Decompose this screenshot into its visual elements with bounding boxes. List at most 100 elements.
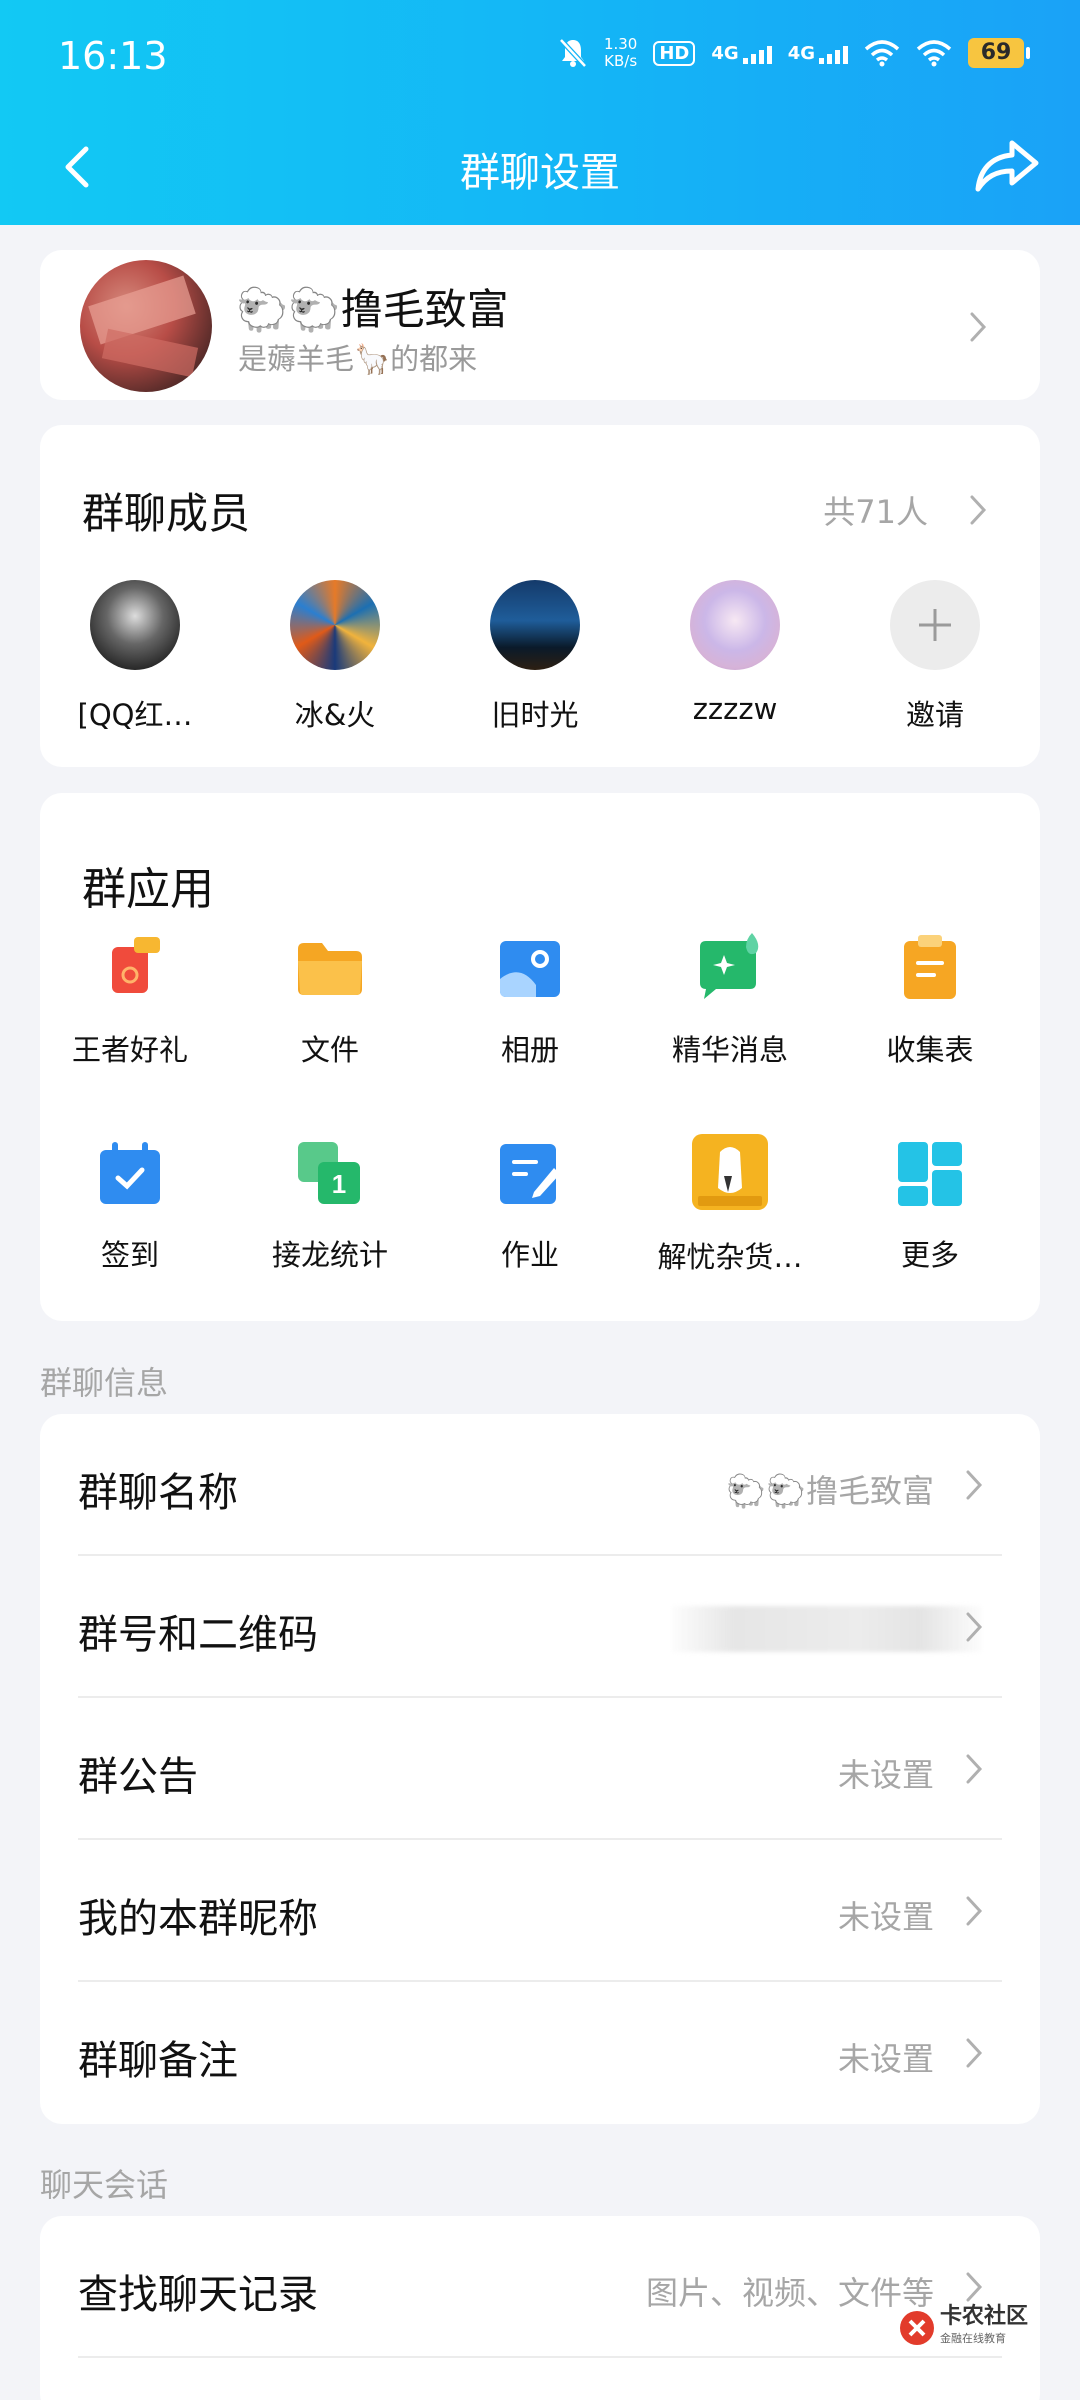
- member-avatar[interactable]: [690, 580, 780, 670]
- watermark-subtitle: 金融在线教育: [940, 2332, 1006, 2345]
- status-icons: 1.30 KB/s HD 4G 4G 69: [558, 35, 1030, 70]
- wifi-icon: [864, 40, 900, 67]
- row-value: 图片、视频、文件等: [645, 2274, 934, 2312]
- page-title: 群聊设置: [460, 150, 620, 196]
- members-count[interactable]: 共71人: [823, 487, 928, 533]
- share-icon[interactable]: [972, 133, 1044, 197]
- group-name: 🐑🐑撸毛致富: [236, 285, 509, 334]
- folder-icon: [294, 933, 366, 1005]
- chevron-right-icon: [964, 1752, 984, 1786]
- essence-message-icon: [694, 933, 766, 1005]
- speed-value: 1.30: [603, 35, 638, 53]
- app-label: 作业: [500, 1238, 559, 1272]
- chevron-right-icon: [964, 2036, 984, 2070]
- member-name: 旧时光: [491, 698, 579, 732]
- invite-label: 邀请: [905, 698, 964, 732]
- app-label: 更多: [900, 1238, 959, 1272]
- member-item[interactable]: 冰&火: [265, 580, 405, 734]
- signal-bars-icon: [742, 45, 772, 64]
- app-label: 相册: [500, 1033, 559, 1067]
- blurred-group-number: [672, 1606, 982, 1652]
- status-bar: 16:13 1.30 KB/s HD 4G 4G 69: [0, 0, 1080, 115]
- group-avatar[interactable]: [80, 260, 212, 392]
- row-group-id-qrcode[interactable]: 群号和二维码: [40, 1556, 1040, 1698]
- invite-member-button[interactable]: 邀请: [865, 580, 1005, 734]
- chevron-right-icon: [964, 1610, 984, 1644]
- row-value: 未设置: [837, 2040, 934, 2078]
- signal-bars-icon: [819, 45, 848, 64]
- row-group-remark[interactable]: 群聊备注 未设置: [40, 1982, 1040, 2124]
- row-group-announcement[interactable]: 群公告 未设置: [40, 1698, 1040, 1840]
- album-icon: [494, 933, 566, 1005]
- row-my-group-nickname[interactable]: 我的本群昵称 未设置: [40, 1840, 1040, 1982]
- grid-more-icon: [894, 1138, 966, 1210]
- row-search-chat-history[interactable]: 查找聊天记录 图片、视频、文件等: [40, 2216, 1040, 2358]
- row-group-name[interactable]: 群聊名称 🐑🐑撸毛致富: [40, 1414, 1040, 1556]
- group-info-section-title: 群聊信息: [40, 1364, 169, 1402]
- member-name: 冰&火: [294, 698, 376, 732]
- relay-icon: 1: [294, 1138, 366, 1210]
- clipboard-icon: [894, 933, 966, 1005]
- app-item[interactable]: 作业: [440, 1138, 620, 1274]
- app-item[interactable]: 签到: [40, 1138, 220, 1274]
- member-name: zzzzw: [692, 692, 778, 726]
- group-info-list: 群聊名称 🐑🐑撸毛致富 群号和二维码 群公告 未设置 我的本群昵称 未设置 群聊…: [40, 1414, 1040, 2124]
- member-avatar[interactable]: [290, 580, 380, 670]
- app-item[interactable]: 文件: [240, 933, 420, 1069]
- divider: [78, 2356, 1002, 2358]
- grocery-app-icon: [690, 1132, 770, 1212]
- chevron-right-icon[interactable]: [968, 493, 988, 527]
- row-label: 群号和二维码: [78, 1612, 318, 1658]
- calendar-check-icon: [94, 1138, 166, 1210]
- member-avatar[interactable]: [90, 580, 180, 670]
- member-avatar[interactable]: [490, 580, 580, 670]
- app-label: 文件: [300, 1033, 359, 1067]
- chevron-right-icon: [964, 2270, 984, 2304]
- group-apps-card: 群应用 王者好礼 文件 相册 精华消息 收集表 签到 1 接龙统计 作业 解忧杂…: [40, 793, 1040, 1321]
- hd-badge: HD: [653, 40, 696, 66]
- app-item[interactable]: 收集表: [840, 933, 1020, 1069]
- row-value: 未设置: [837, 1898, 934, 1936]
- row-value: 未设置: [837, 1756, 934, 1794]
- wifi-icon-2: [916, 40, 952, 67]
- chevron-right-icon: [968, 310, 988, 344]
- app-item[interactable]: 王者好礼: [40, 933, 220, 1069]
- apps-heading: 群应用: [82, 864, 214, 915]
- mute-bell-icon: [559, 38, 587, 68]
- group-description: 是薅羊毛🦙的都来: [238, 342, 478, 376]
- signal-4g-2: 4G: [788, 43, 848, 64]
- app-item[interactable]: 精华消息: [640, 933, 820, 1069]
- chevron-right-icon: [964, 1894, 984, 1928]
- app-label: 王者好礼: [71, 1033, 188, 1067]
- battery-indicator: 69: [968, 38, 1030, 68]
- plus-icon[interactable]: [890, 580, 980, 670]
- row-label: 我的本群昵称: [78, 1896, 318, 1942]
- group-profile-card[interactable]: 🐑🐑撸毛致富 是薅羊毛🦙的都来: [40, 250, 1040, 400]
- members-heading: 群聊成员: [82, 489, 251, 538]
- row-value: 🐑🐑撸毛致富: [726, 1472, 934, 1510]
- app-item[interactable]: 1 接龙统计: [240, 1138, 420, 1274]
- row-label: 群聊备注: [78, 2038, 238, 2084]
- row-label: 群公告: [78, 1754, 198, 1800]
- gift-icon: [94, 933, 166, 1005]
- member-item[interactable]: zzzzw: [665, 580, 805, 726]
- member-name: [QQ红…: [77, 698, 193, 732]
- group-members-card: 群聊成员 共71人 [QQ红… 冰&火 旧时光 zzzzw 邀请: [40, 425, 1040, 767]
- app-item[interactable]: 解忧杂货…: [640, 1134, 820, 1276]
- app-label: 收集表: [886, 1033, 974, 1067]
- app-item[interactable]: 更多: [840, 1138, 1020, 1274]
- watermark: 卡农社区 金融在线教育: [900, 2306, 1028, 2350]
- member-item[interactable]: 旧时光: [465, 580, 605, 734]
- signal-4g-1: 4G: [711, 43, 772, 64]
- row-label: 查找聊天记录: [78, 2272, 318, 2318]
- watermark-title: 卡农社区: [940, 2304, 1029, 2329]
- member-item[interactable]: [QQ红…: [65, 580, 205, 734]
- chat-session-list: 查找聊天记录 图片、视频、文件等: [40, 2216, 1040, 2400]
- app-label: 签到: [100, 1238, 159, 1272]
- speed-unit: KB/s: [604, 52, 638, 70]
- app-item[interactable]: 相册: [440, 933, 620, 1069]
- navigation-bar: 群聊设置: [0, 115, 1080, 225]
- watermark-logo-icon: [900, 2311, 934, 2345]
- chat-session-section-title: 聊天会话: [40, 2166, 169, 2204]
- app-label: 接龙统计: [271, 1238, 388, 1272]
